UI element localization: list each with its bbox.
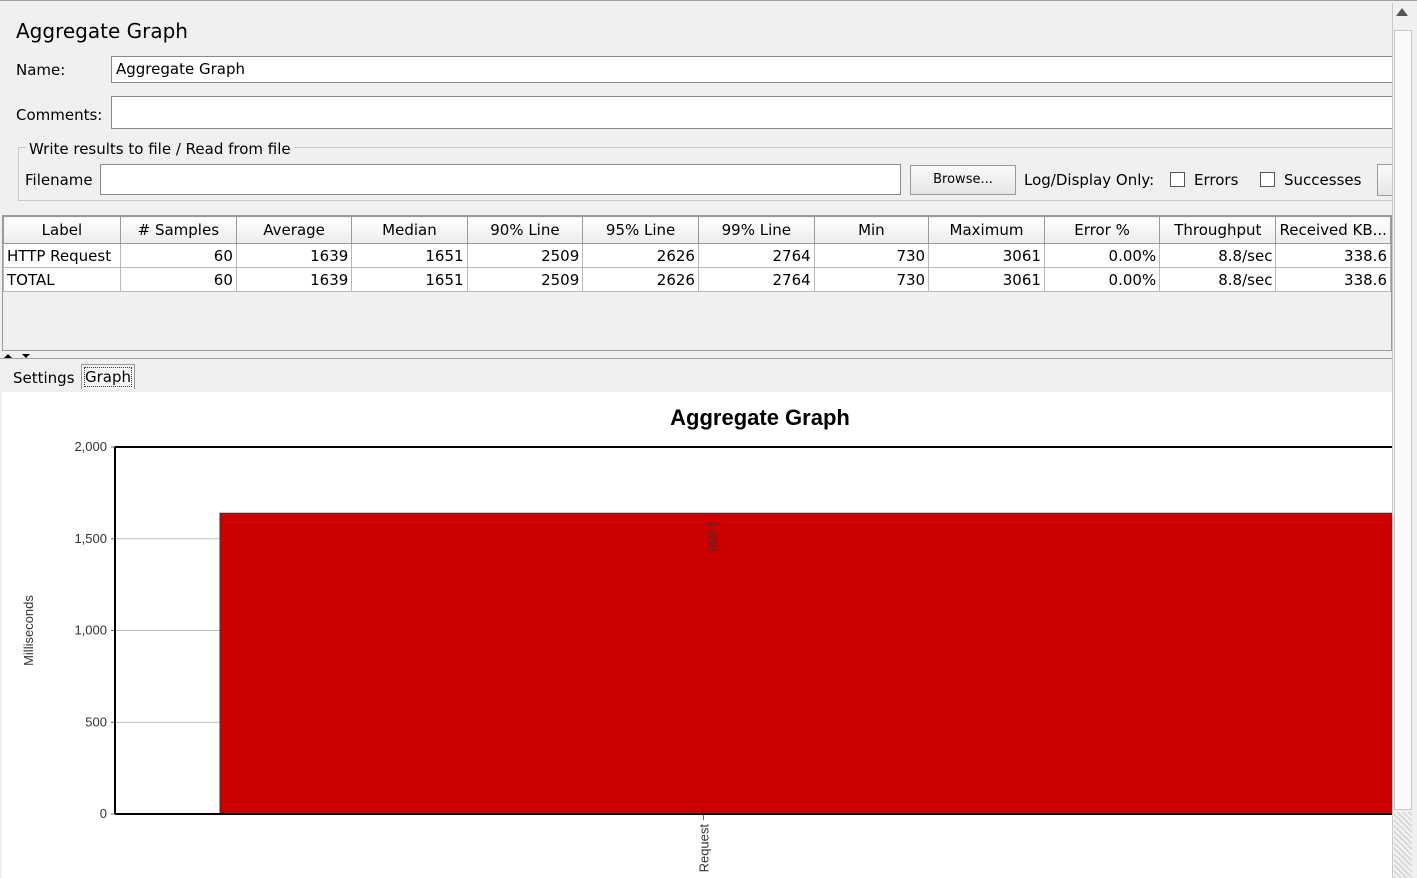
table-cell: 1639 xyxy=(235,267,353,292)
table-cell: 1639 xyxy=(235,243,353,268)
column-header[interactable]: 99% Line xyxy=(697,216,815,244)
column-header[interactable]: 90% Line xyxy=(466,216,584,244)
table-cell: 2509 xyxy=(466,243,584,268)
table-cell: 730 xyxy=(813,243,930,268)
table-cell: 60 xyxy=(119,243,237,268)
split-divider xyxy=(0,358,1392,359)
y-tick-label: 1,000 xyxy=(74,623,107,638)
filename-label: Filename xyxy=(25,171,93,189)
column-header[interactable]: Median xyxy=(351,216,468,244)
results-table: Label # Samples Average Median 90% Line … xyxy=(2,215,1392,351)
bar-value-label: 1,639 xyxy=(706,521,720,551)
table-header-row: Label # Samples Average Median 90% Line … xyxy=(3,216,1391,244)
y-tick-label: 500 xyxy=(85,714,107,729)
column-header[interactable]: Received KB... xyxy=(1275,216,1391,244)
y-tick-label: 1,500 xyxy=(74,531,107,546)
column-header[interactable]: Average xyxy=(235,216,353,244)
table-cell: 338.6 xyxy=(1275,243,1391,268)
errors-checkbox[interactable] xyxy=(1170,172,1185,187)
scroll-thumb[interactable] xyxy=(1394,30,1412,810)
table-cell: 2626 xyxy=(582,267,699,292)
log-display-label: Log/Display Only: xyxy=(1024,171,1155,189)
tab-settings[interactable]: Settings xyxy=(8,366,80,390)
column-header[interactable]: 95% Line xyxy=(582,216,699,244)
scroll-grip[interactable] xyxy=(1394,812,1412,878)
table-cell: 338.6 xyxy=(1275,267,1391,292)
tab-graph[interactable]: Graph xyxy=(81,364,136,389)
scroll-up-icon[interactable] xyxy=(1396,8,1408,16)
table-cell: 2764 xyxy=(697,243,815,268)
comments-label: Comments: xyxy=(16,106,103,124)
aggregate-bar-chart: Aggregate Graph 0 500 1,000 1,500 2,000 Millis… xyxy=(21,405,1406,873)
table-cell: 0.00% xyxy=(1043,267,1161,292)
table-cell: 3061 xyxy=(928,267,1045,292)
browse-button[interactable]: Browse... xyxy=(910,165,1016,195)
column-header[interactable]: Error % xyxy=(1043,216,1161,244)
table-cell: TOTAL xyxy=(3,267,121,292)
table-cell: 3061 xyxy=(928,243,1045,268)
table-cell: 8.8/sec xyxy=(1159,267,1277,292)
results-grid: Label # Samples Average Median 90% Line … xyxy=(3,216,1391,292)
table-row[interactable]: HTTP Request 60 1639 1651 2509 2626 2764… xyxy=(3,243,1391,268)
chart-area: Aggregate Graph 0 500 1,000 1,500 2,000 Millis… xyxy=(2,392,1406,878)
successes-label: Successes xyxy=(1284,171,1362,189)
filename-field[interactable] xyxy=(100,164,901,195)
y-tick-label: 0 xyxy=(100,806,107,821)
table-cell: HTTP Request xyxy=(3,243,121,268)
column-header[interactable]: Min xyxy=(813,216,930,244)
errors-label: Errors xyxy=(1194,171,1239,189)
column-header[interactable]: Throughput xyxy=(1159,216,1277,244)
panel-title: Aggregate Graph xyxy=(16,19,188,43)
table-cell: 730 xyxy=(813,267,930,292)
aggregate-graph-window: Aggregate Graph Name: Aggregate Graph Co… xyxy=(0,0,1417,878)
x-tick-label: Request xyxy=(697,824,712,873)
top-border xyxy=(0,0,1417,1)
column-header[interactable]: Label xyxy=(3,216,121,244)
column-header[interactable]: # Samples xyxy=(119,216,237,244)
name-field[interactable]: Aggregate Graph xyxy=(111,56,1392,83)
bar xyxy=(219,512,1406,815)
table-cell: 1651 xyxy=(351,267,468,292)
name-label: Name: xyxy=(16,61,66,79)
y-axis-label: Milliseconds xyxy=(21,595,36,666)
table-cell: 0.00% xyxy=(1043,243,1161,268)
table-cell: 8.8/sec xyxy=(1159,243,1277,268)
chart-title: Aggregate Graph xyxy=(670,405,850,430)
comments-field[interactable] xyxy=(111,96,1392,129)
table-cell: 60 xyxy=(119,267,237,292)
table-cell: 1651 xyxy=(351,243,468,268)
successes-checkbox[interactable] xyxy=(1260,172,1275,187)
tab-graph-label: Graph xyxy=(83,367,133,387)
table-cell: 2764 xyxy=(697,267,815,292)
table-row[interactable]: TOTAL 60 1639 1651 2509 2626 2764 730 30… xyxy=(3,267,1391,292)
table-cell: 2509 xyxy=(466,267,584,292)
file-group-label: Write results to file / Read from file xyxy=(26,140,294,158)
column-header[interactable]: Maximum xyxy=(928,216,1045,244)
table-cell: 2626 xyxy=(582,243,699,268)
y-tick-label: 2,000 xyxy=(74,439,107,454)
